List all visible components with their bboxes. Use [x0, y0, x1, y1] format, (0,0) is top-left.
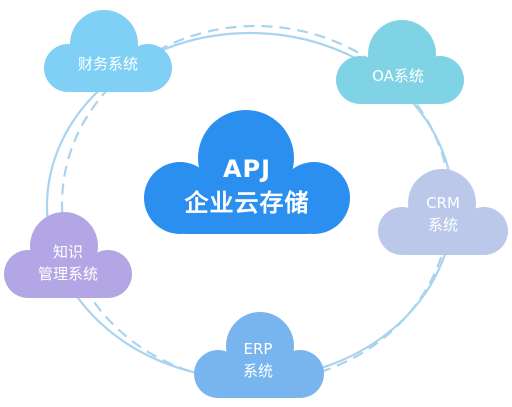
cloud-oa: OA系统 [330, 16, 466, 112]
oa-text: OA系统 [372, 67, 424, 85]
cloud-erp-label: ERP 系统 [188, 338, 328, 382]
cloud-oa-shape [336, 20, 464, 104]
cloud-knowledge-label: 知识 管理系统 [0, 241, 136, 285]
cloud-crm-label: CRM 系统 [374, 192, 512, 236]
crm-line1: CRM [426, 194, 460, 212]
cloud-finance: 财务系统 [40, 6, 176, 100]
cloud-center: APJ 企业云存储 [136, 108, 358, 242]
crm-line2: 系统 [427, 216, 458, 234]
cloud-knowledge: 知识 管理系统 [0, 206, 136, 306]
cloud-erp: ERP 系统 [188, 306, 328, 406]
cloud-center-label: APJ 企业云存储 [136, 152, 358, 220]
erp-line1: ERP [243, 340, 273, 358]
cloud-finance-shape [44, 10, 172, 92]
finance-text: 财务系统 [77, 55, 138, 73]
cloud-oa-label: OA系统 [330, 66, 466, 86]
cloud-finance-fill [44, 10, 172, 92]
center-line2: 企业云存储 [184, 189, 310, 217]
knowledge-line2: 管理系统 [37, 265, 98, 283]
erp-line2: 系统 [242, 362, 273, 380]
diagram-canvas: 财务系统 OA系统 APJ 企业云存储 CRM 系统 知识 管理系统 ERP 系… [0, 0, 512, 407]
cloud-oa-fill [336, 20, 464, 104]
center-line1: APJ [222, 155, 272, 183]
knowledge-line1: 知识 [52, 243, 83, 261]
cloud-crm: CRM 系统 [374, 163, 512, 263]
cloud-finance-label: 财务系统 [40, 54, 176, 74]
